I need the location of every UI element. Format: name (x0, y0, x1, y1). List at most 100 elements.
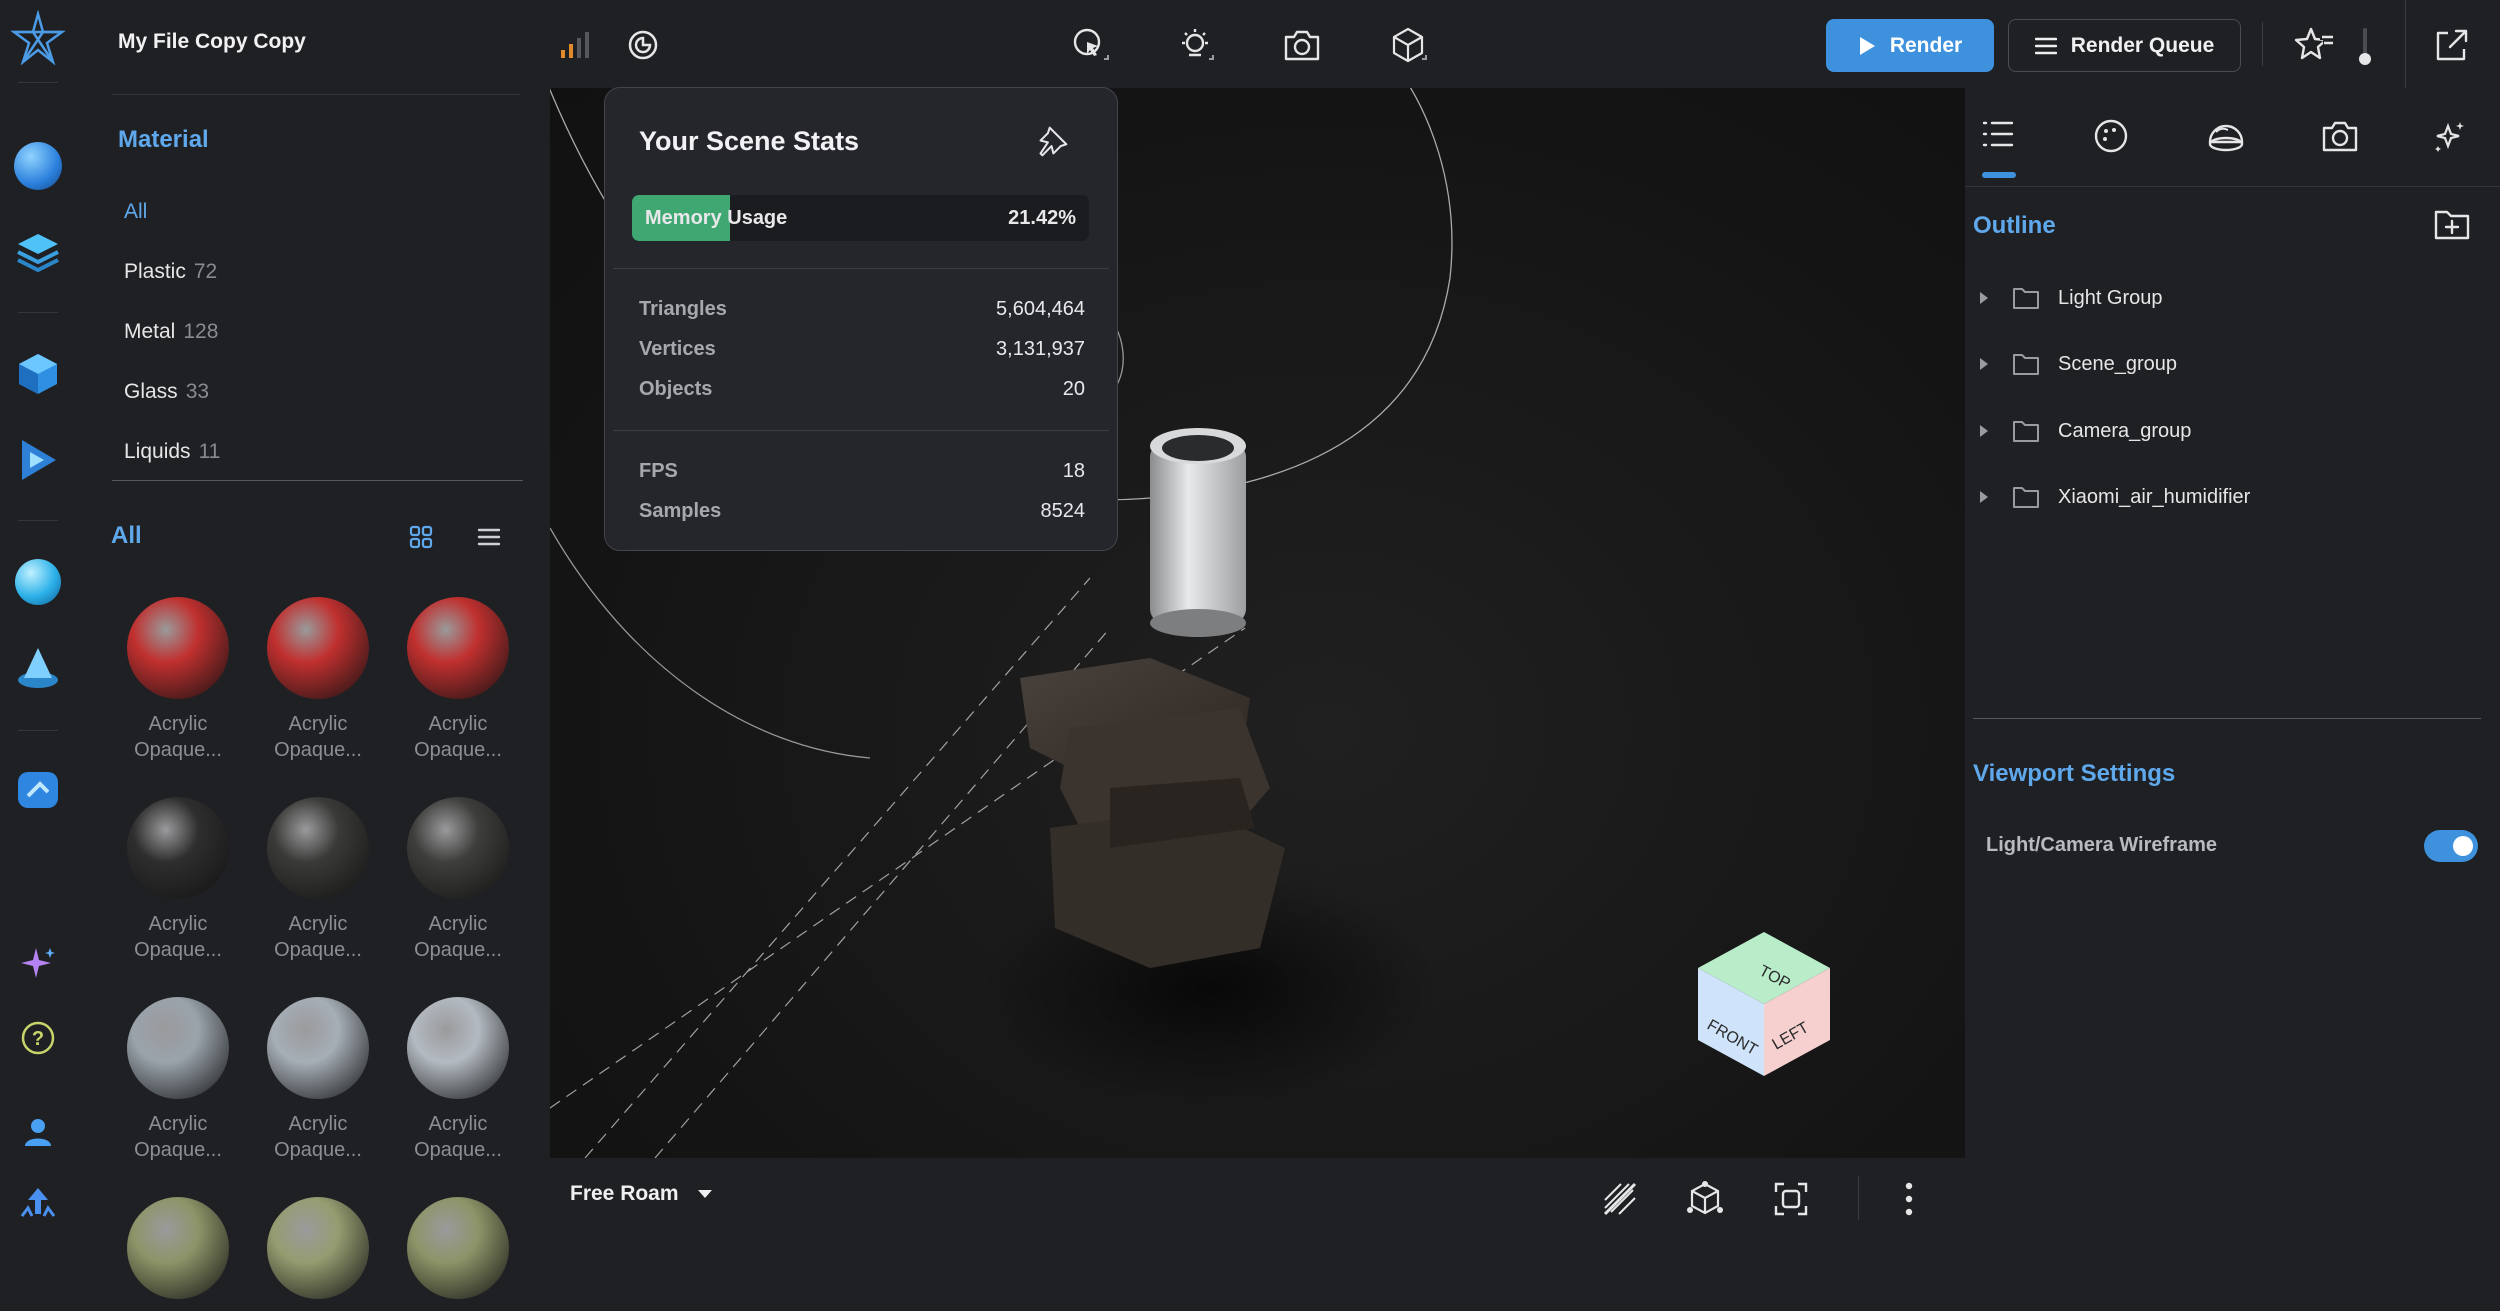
materials-library-icon[interactable] (10, 138, 66, 194)
category-plastic[interactable]: Plastic 72 (124, 260, 217, 284)
star-settings-icon[interactable] (2290, 20, 2340, 70)
environment-tab-icon[interactable] (2206, 118, 2246, 154)
viewport-bottom-bar: Free Roam (550, 1158, 1965, 1243)
material-swatch[interactable] (108, 1197, 248, 1311)
category-metal[interactable]: Metal 128 (124, 320, 218, 344)
pin-icon[interactable] (1035, 124, 1071, 160)
outline-item-label: Xiaomi_air_humidifier (2058, 485, 2251, 508)
stat-samples: Samples 8524 (639, 500, 1085, 523)
material-swatch[interactable]: Acrylic Opaque... (388, 797, 528, 963)
material-tab-icon[interactable] (2093, 118, 2129, 154)
grid-view-icon[interactable] (406, 522, 436, 552)
folder-icon (2013, 421, 2039, 442)
models-library-icon[interactable] (10, 346, 66, 402)
category-label: Liquids (124, 440, 191, 463)
camera-tool-icon[interactable] (1277, 20, 1327, 70)
render-queue-label: Render Queue (2070, 33, 2215, 57)
timer-icon[interactable] (618, 20, 668, 70)
material-swatch[interactable]: Acrylic Opaque... (388, 997, 528, 1163)
viewport-settings-heading: Viewport Settings (1973, 760, 2176, 787)
environments-library-icon[interactable] (10, 554, 66, 610)
category-liquids[interactable]: Liquids 11 (124, 440, 220, 464)
view-cube[interactable]: TOP FRONT LEFT (1698, 932, 1830, 1076)
stat-value: 20 (1062, 378, 1085, 400)
account-icon[interactable] (10, 1104, 66, 1160)
list-view-icon[interactable] (474, 522, 504, 552)
material-swatch[interactable] (248, 1197, 388, 1311)
scene-library-icon[interactable] (10, 640, 66, 696)
outline-item[interactable]: Light Group (1978, 278, 2163, 318)
camera-mode-dropdown[interactable]: Free Roam (570, 1182, 713, 1206)
material-swatch[interactable]: Acrylic Opaque... (248, 597, 388, 763)
folder-icon (2013, 354, 2039, 375)
scene-stats-panel: Your Scene Stats Memory Usage 21.42% Tri… (604, 87, 1118, 551)
camera-tab-icon[interactable] (2320, 118, 2360, 154)
category-label: Metal (124, 320, 176, 343)
material-label: Acrylic Opaque... (274, 913, 362, 961)
material-swatch[interactable]: Acrylic Opaque... (388, 597, 528, 763)
material-label: Acrylic Opaque... (134, 913, 222, 961)
category-all[interactable]: All (124, 200, 147, 224)
outline-item[interactable]: Camera_group (1978, 411, 2191, 451)
hide-wireframe-icon[interactable] (1601, 1180, 1639, 1218)
stat-label: Samples (639, 500, 722, 522)
outline-item[interactable]: Xiaomi_air_humidifier (1978, 477, 2250, 517)
material-preview (127, 597, 229, 699)
expand-caret-icon[interactable] (1978, 357, 1990, 371)
select-tool-icon[interactable] (1065, 20, 1115, 70)
expand-caret-icon[interactable] (1978, 490, 1990, 504)
signal-icon (550, 20, 600, 70)
material-heading: Material (118, 126, 209, 153)
outline-item-label: Scene_group (2058, 352, 2177, 375)
object-tool-icon[interactable] (1383, 20, 1433, 70)
material-swatch[interactable]: Acrylic Opaque... (108, 597, 248, 763)
app-logo-icon[interactable] (10, 10, 66, 66)
play-icon (1859, 36, 1875, 55)
export-icon[interactable] (2427, 20, 2477, 70)
svg-text:?: ? (32, 1028, 44, 1050)
render-button[interactable]: Render (1826, 19, 1994, 72)
material-swatch[interactable]: Acrylic Opaque... (108, 997, 248, 1163)
category-label: All (124, 200, 148, 223)
wireframe-toggle[interactable] (2424, 830, 2478, 862)
stats-title: Your Scene Stats (639, 126, 860, 156)
help-icon[interactable]: ? (10, 1010, 66, 1066)
effects-tab-icon[interactable] (2432, 118, 2468, 154)
render-queue-button[interactable]: Render Queue (2008, 19, 2241, 72)
ai-sparkle-icon[interactable] (10, 936, 66, 992)
outline-item[interactable]: Scene_group (1978, 344, 2177, 384)
properties-panel (1965, 88, 2500, 1243)
category-count: 11 (198, 440, 221, 463)
material-preview (127, 997, 229, 1099)
stat-value: 5,604,464 (996, 298, 1085, 320)
add-folder-icon[interactable] (2432, 206, 2472, 242)
expand-caret-icon[interactable] (1978, 424, 1990, 438)
active-tab-indicator (1982, 172, 2016, 178)
expand-caret-icon[interactable] (1978, 291, 1990, 305)
upgrade-icon[interactable] (10, 1176, 66, 1232)
transform-gizmo-icon[interactable] (1686, 1180, 1724, 1218)
category-count: 72 (193, 260, 218, 283)
frame-selection-icon[interactable] (1772, 1180, 1810, 1218)
category-glass[interactable]: Glass 33 (124, 380, 209, 404)
material-swatch[interactable]: Acrylic Opaque... (108, 797, 248, 963)
more-options-icon[interactable] (1902, 1180, 1916, 1218)
animations-library-icon[interactable] (10, 432, 66, 488)
material-label: Acrylic Opaque... (134, 1113, 222, 1161)
material-swatch[interactable]: Acrylic Opaque... (248, 797, 388, 963)
material-preview (407, 997, 509, 1099)
memory-value: 21.42% (1008, 207, 1076, 229)
outline-tab-icon[interactable] (1980, 118, 2016, 150)
material-swatch[interactable] (388, 1197, 528, 1311)
memory-usage-bar: Memory Usage 21.42% (632, 195, 1089, 241)
folder-icon (2013, 288, 2039, 309)
ai-assets-icon[interactable] (10, 762, 66, 818)
folder-icon (2013, 487, 2039, 508)
material-label: Acrylic Opaque... (134, 713, 222, 761)
material-label: Acrylic Opaque... (414, 913, 502, 961)
light-tool-icon[interactable] (1170, 20, 1220, 70)
file-title[interactable]: My File Copy Copy (118, 30, 306, 54)
category-label: Glass (124, 380, 178, 403)
layers-library-icon[interactable] (10, 224, 66, 280)
material-swatch[interactable]: Acrylic Opaque... (248, 997, 388, 1163)
